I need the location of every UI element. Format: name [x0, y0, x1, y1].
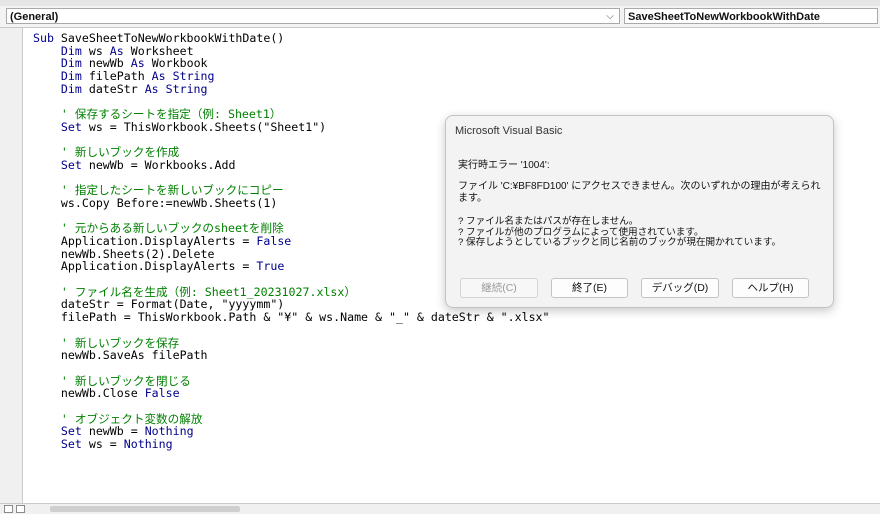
- code-keyword: Dim: [60, 81, 89, 96]
- code-text-segment: filePath = ThisWorkbook.Path & "¥" & ws.…: [33, 310, 550, 325]
- dialog-title: Microsoft Visual Basic: [455, 125, 563, 137]
- error-heading: 実行時エラー '1004':: [458, 160, 550, 171]
- code-text-segment: newWb.SaveAs filePath: [33, 348, 208, 363]
- code-keyword: Set: [60, 437, 89, 451]
- code-text-segment: [33, 82, 61, 96]
- code-line[interactable]: newWb.Close False: [33, 387, 550, 400]
- error-reason: ? ファイル名またはパスが存在しません。: [458, 216, 639, 227]
- full-module-view-icon[interactable]: [16, 505, 25, 513]
- code-line[interactable]: Set ws = Nothing: [33, 438, 550, 451]
- code-text-segment: ws.Copy Before:=newWb.Sheets(1): [33, 195, 278, 210]
- code-keyword: False: [144, 386, 180, 401]
- code-text-segment: newWb.Close: [33, 386, 145, 401]
- code-keyword: False: [256, 234, 292, 248]
- end-button[interactable]: 終了(E): [551, 278, 628, 298]
- margin-indicator-bar[interactable]: [0, 28, 23, 503]
- error-reason-list: ? ファイル名またはパスが存在しません。 ? ファイルが他のプログラムによって使…: [458, 216, 826, 249]
- bottom-scroll-bar: [0, 503, 880, 514]
- code-line[interactable]: filePath = ThisWorkbook.Path & "¥" & ws.…: [33, 311, 550, 324]
- procedure-view-icon[interactable]: [4, 505, 13, 513]
- code-text-segment: [33, 437, 61, 451]
- code-line[interactable]: newWb.SaveAs filePath: [33, 349, 550, 362]
- code-keyword: As String: [144, 81, 208, 96]
- code-keyword: Set: [60, 157, 89, 172]
- code-text-segment: [33, 158, 61, 172]
- code-keyword: Nothing: [123, 437, 173, 451]
- error-message: ファイル 'C:¥BF8FD100' にアクセスできません。次のいずれかの理由が…: [458, 181, 821, 204]
- code-text-segment: ws =: [88, 437, 124, 451]
- object-dropdown[interactable]: (General) ⌵: [6, 8, 620, 24]
- runtime-error-dialog: Microsoft Visual Basic 実行時エラー '1004': ファ…: [445, 115, 834, 308]
- error-reason: ? 保存しようとしているブックと同じ名前のブックが現在開かれています。: [458, 237, 782, 249]
- chevron-down-icon[interactable]: ⌵: [603, 9, 617, 25]
- code-text-segment: Application.DisplayAlerts =: [33, 259, 257, 274]
- procedure-dropdown[interactable]: SaveSheetToNewWorkbookWithDate: [624, 8, 878, 24]
- code-text-segment: newWb = Workbooks.Add: [88, 157, 236, 172]
- code-text-segment: [33, 120, 61, 134]
- horizontal-scrollbar-thumb[interactable]: [50, 506, 240, 512]
- continue-button[interactable]: 継続(C): [460, 278, 538, 298]
- code-keyword: Set: [60, 119, 89, 134]
- help-button[interactable]: ヘルプ(H): [732, 278, 809, 298]
- code-window-toolbar: (General) ⌵ SaveSheetToNewWorkbookWithDa…: [0, 6, 880, 28]
- code-text-segment: dateStr: [88, 81, 145, 96]
- debug-button[interactable]: デバッグ(D): [641, 278, 719, 298]
- code-text-segment: ws = ThisWorkbook.Sheets("Sheet1"): [88, 119, 327, 134]
- code-line[interactable]: Dim dateStr As String: [33, 81, 550, 96]
- object-dropdown-value: (General): [10, 11, 59, 23]
- code-keyword: True: [256, 259, 285, 274]
- procedure-dropdown-value: SaveSheetToNewWorkbookWithDate: [628, 11, 821, 23]
